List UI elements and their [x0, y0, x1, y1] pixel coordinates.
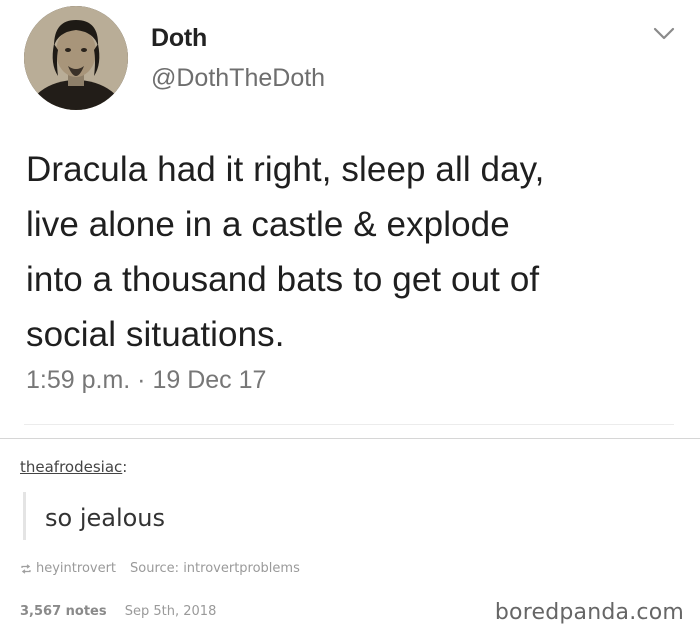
tweet-divider — [24, 424, 674, 425]
reblog-comment-quote: so jealous — [23, 492, 165, 540]
reblog-username-link[interactable]: theafrodesiac — [20, 458, 122, 476]
watermark: boredpanda.com — [494, 600, 684, 625]
notes-count[interactable]: 3,567 notes — [20, 604, 107, 619]
tweet-text: Dracula had it right, sleep all day, liv… — [26, 142, 686, 362]
chevron-down-icon[interactable] — [652, 26, 676, 42]
avatar[interactable] — [24, 6, 128, 110]
post-date[interactable]: Sep 5th, 2018 — [125, 604, 217, 619]
reblog-username-row: theafrodesiac: — [20, 458, 127, 476]
avatar-portrait-image — [24, 6, 128, 110]
reblog-icon — [21, 563, 31, 574]
reblog-username-separator: : — [122, 458, 128, 476]
tweet-author-name[interactable]: Doth — [151, 24, 207, 53]
tweet-author-handle[interactable]: @DothTheDoth — [151, 64, 325, 93]
notes-row: 3,567 notes Sep 5th, 2018 — [20, 604, 216, 619]
tweet-text-line: Dracula had it right, sleep all day, — [26, 150, 545, 189]
source-link[interactable]: Source: introvertproblems — [130, 561, 300, 576]
tweet-card: Doth @DothTheDoth Dracula had it right, … — [0, 0, 700, 439]
reblogged-from-link[interactable]: heyintrovert — [36, 561, 116, 576]
tweet-text-line: live alone in a castle & explode — [26, 205, 510, 244]
tweet-timestamp[interactable]: 1:59 p.m. · 19 Dec 17 — [26, 366, 266, 395]
tweet-text-line: into a thousand bats to get out of — [26, 260, 540, 299]
tweet-text-line: social situations. — [26, 315, 285, 354]
reblog-comment: so jealous — [45, 504, 166, 532]
source-row: heyintrovert Source: introvertproblems — [20, 561, 300, 576]
